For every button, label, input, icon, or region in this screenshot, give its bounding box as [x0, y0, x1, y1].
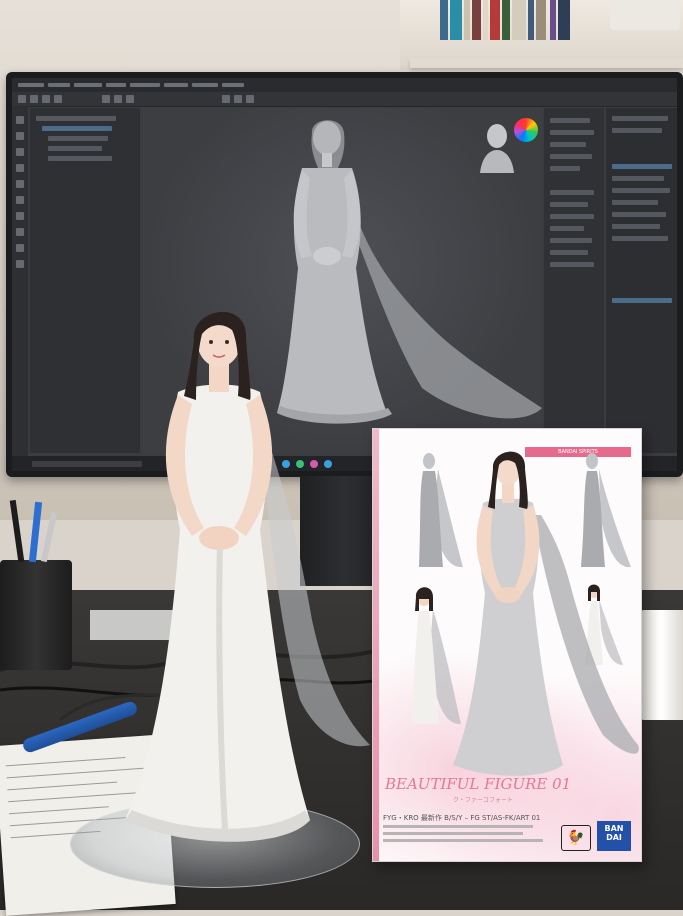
mask-tool-icon [16, 164, 24, 172]
panel-row [550, 166, 580, 171]
pinch-tool-icon [16, 196, 24, 204]
shelf-board [410, 58, 683, 68]
panel-row [550, 250, 588, 255]
book [528, 0, 534, 40]
book [536, 0, 546, 40]
shelf-ornament [610, 0, 680, 30]
box-fine-print [383, 839, 543, 842]
panel-row [612, 176, 664, 181]
tamashii-logo-icon: 🐓 [561, 825, 591, 851]
panel-row [550, 226, 584, 231]
book [464, 0, 470, 40]
menu-item [130, 83, 160, 87]
inflate-tool-icon [16, 180, 24, 188]
menu-item [48, 83, 70, 87]
app-toolbar [12, 92, 677, 107]
snake-hook-tool-icon [16, 244, 24, 252]
app-menubar [12, 78, 677, 92]
panel-row [550, 190, 594, 195]
panel-row [550, 118, 590, 123]
panel-row [550, 142, 586, 147]
properties-panel [606, 108, 677, 453]
panel-row [550, 130, 594, 135]
tool-strip [12, 106, 28, 456]
tool-icon [54, 95, 62, 103]
grab-tool-icon [16, 228, 24, 236]
color-wheel-icon [514, 118, 538, 142]
box-main-figure [453, 451, 639, 776]
pen-cup [0, 499, 72, 670]
book [450, 0, 462, 40]
panel-row [612, 236, 668, 241]
panel-row [550, 202, 588, 207]
panel-row [550, 154, 592, 159]
move-tool-icon [16, 132, 24, 140]
panel-row [550, 262, 594, 267]
bandai-logo: BAN DAI [597, 821, 631, 851]
tool-icon [114, 95, 122, 103]
product-box: BANDAI SPIRITS BEAUTIFUL FIGURE 01 ク・ファー… [372, 428, 642, 862]
layers-panel [544, 108, 604, 453]
panel-row-selected [612, 298, 672, 303]
tool-icon [102, 95, 110, 103]
box-title: BEAUTIFUL FIGURE 01 [385, 775, 572, 793]
panel-row [612, 212, 666, 217]
tool-icon [222, 95, 230, 103]
box-fine-print [383, 832, 523, 835]
brush-tool-icon [16, 116, 24, 124]
box-subtitle: ク・ファーコフォート [453, 797, 513, 804]
menu-item [106, 83, 126, 87]
outliner-row [48, 136, 108, 141]
tool-icon [42, 95, 50, 103]
menu-item [164, 83, 188, 87]
panel-row [612, 128, 662, 133]
menu-item [192, 83, 218, 87]
panel-row [612, 200, 658, 205]
menu-item [18, 83, 44, 87]
tool-icon [30, 95, 38, 103]
menu-item [74, 83, 102, 87]
mug-icon [640, 610, 683, 720]
book [512, 0, 526, 40]
book [550, 0, 556, 40]
outliner-row [48, 146, 102, 151]
smooth-tool-icon [16, 148, 24, 156]
tool-icon [126, 95, 134, 103]
panel-row [612, 224, 660, 229]
outliner-row [48, 156, 112, 161]
panel-row [612, 188, 670, 193]
tool-icon [234, 95, 242, 103]
panel-row-selected [612, 164, 672, 169]
box-pink-edge [373, 429, 379, 861]
box-product-line: FYG・KRO 最新作 B/S/Y – FG ST/AS-FK/ART 01 [383, 814, 541, 822]
outliner-row-selected [42, 126, 112, 131]
panel-row [550, 238, 592, 243]
book [472, 0, 481, 40]
book [440, 0, 448, 40]
book [558, 0, 570, 40]
book [490, 0, 500, 40]
tool-icon [246, 95, 254, 103]
white-dress-figure [125, 311, 370, 842]
outliner-row [36, 116, 116, 121]
book [502, 0, 510, 40]
menu-item [222, 83, 244, 87]
panel-row [612, 116, 668, 121]
tool-icon [18, 95, 26, 103]
panel-row [550, 214, 594, 219]
box-fine-print [383, 825, 533, 828]
crease-tool-icon [16, 260, 24, 268]
clay-tool-icon [16, 212, 24, 220]
book [483, 0, 488, 40]
